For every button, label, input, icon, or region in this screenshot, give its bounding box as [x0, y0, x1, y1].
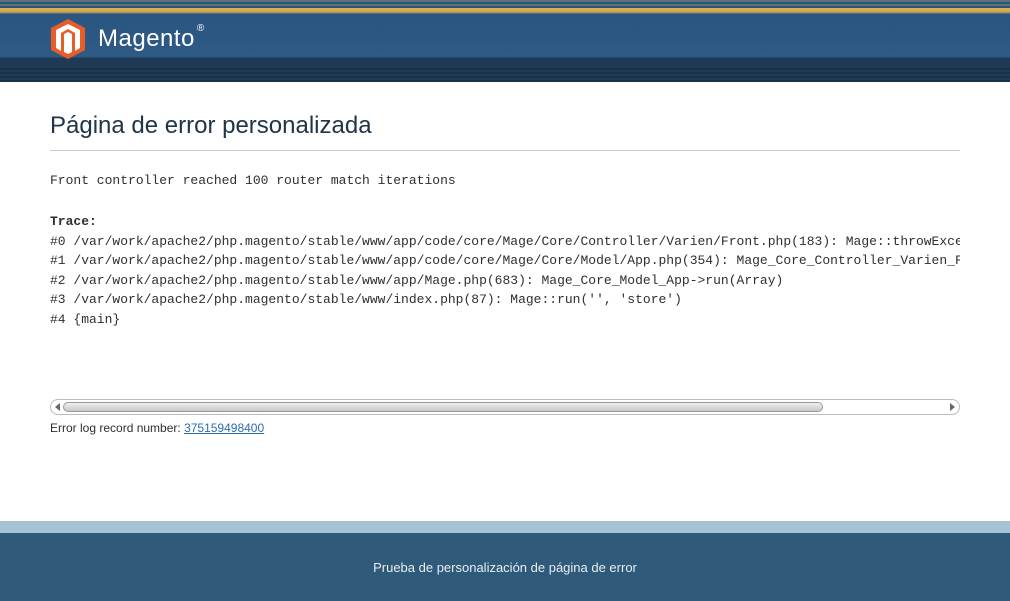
record-label: Error log record number: — [50, 421, 184, 435]
error-message: Front controller reached 100 router matc… — [50, 173, 960, 188]
brand-text: Magento — [98, 25, 195, 52]
footer-text: Prueba de personalización de página de e… — [0, 533, 1010, 601]
scroll-left-button[interactable] — [53, 402, 63, 412]
trace-line: #2 /var/work/apache2/php.magento/stable/… — [50, 273, 783, 288]
main-content: Página de error personalizada Front cont… — [0, 82, 1010, 435]
header-stripe-top — [0, 0, 1010, 14]
scroll-thumb[interactable] — [63, 402, 823, 412]
trace-label: Trace: — [50, 214, 97, 229]
header: Magento® — [0, 0, 1010, 82]
trace-line: #1 /var/work/apache2/php.magento/stable/… — [50, 253, 960, 268]
page-title: Página de error personalizada — [50, 112, 960, 151]
footer-light-stripe — [0, 521, 1010, 533]
scroll-track[interactable] — [63, 402, 947, 412]
horizontal-scrollbar[interactable] — [50, 399, 960, 415]
error-log-record: Error log record number: 375159498400 — [50, 421, 960, 435]
logo: Magento® — [50, 18, 203, 60]
header-stripe-bottom — [0, 68, 1010, 82]
trace-line: #3 /var/work/apache2/php.magento/stable/… — [50, 292, 682, 307]
brand-name: Magento® — [98, 25, 203, 53]
record-number-link[interactable]: 375159498400 — [184, 421, 264, 435]
trace-line: #0 /var/work/apache2/php.magento/stable/… — [50, 234, 960, 249]
trace-line: #4 {main} — [50, 312, 120, 327]
chevron-right-icon — [948, 403, 956, 411]
scroll-right-button[interactable] — [947, 402, 957, 412]
trace-block: Trace: #0 /var/work/apache2/php.magento/… — [50, 212, 960, 329]
registered-mark: ® — [197, 23, 205, 34]
footer: Prueba de personalización de página de e… — [0, 521, 1010, 601]
chevron-left-icon — [54, 403, 62, 411]
magento-icon — [50, 18, 86, 60]
